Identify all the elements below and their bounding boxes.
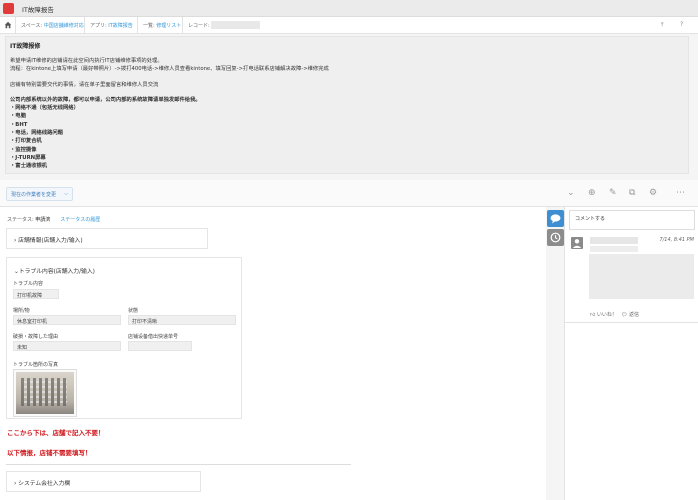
notice-line: 流程：在kintone上填写申请（最好带照片）->拨打400电话->维修人员查看… (10, 66, 329, 73)
edit-icon[interactable]: ✎ (609, 188, 617, 198)
chevron-down-icon[interactable]: ⌄ (567, 188, 575, 198)
breadcrumb-separator (84, 17, 85, 34)
trouble-content-value: 打印机故障 (13, 289, 59, 299)
store-notice-cn: 以下情报，店铺不需要填写！ (7, 449, 92, 457)
comment-author-redacted[interactable] (590, 237, 638, 244)
field-label: 店铺设备借出快递单号 (128, 334, 179, 340)
breadcrumb-space[interactable]: スペース: 中国店舗維修対応 (21, 22, 84, 29)
trouble-photo[interactable] (13, 369, 77, 417)
notice-line: ・BHT (10, 121, 28, 128)
avatar (571, 237, 583, 249)
section-title: 店舗情報(店舗入力/输入) (18, 238, 83, 244)
section-title: トラブル内容(店舗入力/输入) (18, 269, 95, 275)
notice-line: ・电话，网络线路问题 (10, 130, 63, 137)
chevron-right-icon: › (14, 238, 17, 244)
app-header: IT故障报告 (0, 0, 698, 17)
add-record-icon[interactable]: ⊕ (588, 188, 596, 198)
chevron-right-icon: › (14, 481, 17, 487)
field-label: トラブル内容 (13, 281, 44, 287)
comment-mention-redacted (590, 246, 638, 252)
duplicate-icon[interactable]: ⧉ (629, 188, 635, 198)
comment-panel: コメントする 7/14, 8:41 PM 👍︎ いいね！ 💬︎ 返信 (564, 207, 698, 500)
pin-icon[interactable]: ⫯ (661, 21, 664, 29)
store-notice-jp: ここから下は、店舗で記入不要！ (7, 429, 105, 437)
field-label: 状態 (128, 308, 139, 314)
record-toolbar: 現在の作業者を変更 ⌵ ⌄ ⊕ ✎ ⧉ ⚙ ⋯ (0, 180, 698, 207)
notice-line: ・网络不通（包括无线网络） (10, 105, 79, 112)
divider (565, 322, 698, 323)
notice-line: ・J-TURN屏幕 (10, 154, 46, 161)
status-badge: 申請済 (35, 217, 51, 223)
comment-input[interactable]: コメントする (569, 210, 695, 230)
help-icon[interactable]: ? (680, 21, 683, 28)
comment-tab[interactable] (547, 210, 564, 227)
comment-time: 7/14, 8:41 PM (659, 237, 694, 243)
location-value: 休息室打印机 (13, 315, 121, 325)
notice-line: 公司内部系统以外的故障，都可以申请，公司内部的系统故障请单独发邮件给我。 (10, 96, 201, 103)
side-tabs (546, 207, 564, 500)
section-title: システム会社入力欄 (18, 481, 71, 487)
record-form: ステータス: 申請済 ステータスの履歴 › 店舗情報(店舗入力/输入) ⌄トラブル… (0, 207, 546, 500)
change-assignee-button[interactable]: 現在の作業者を変更 ⌵ (6, 187, 73, 201)
reply-icon: 💬︎ (621, 312, 628, 318)
notice-line: ・打印复合机 (10, 138, 42, 145)
breadcrumb-separator (182, 17, 183, 34)
equipment-no-value (128, 341, 192, 351)
field-label: トラブル箇所の写真 (13, 362, 59, 368)
comment-body-redacted (589, 254, 694, 299)
app-title: IT故障报告 (22, 6, 54, 14)
chevron-down-icon: ⌵ (64, 191, 68, 197)
app-icon (3, 3, 14, 14)
notice-title: IT故障报修 (10, 43, 41, 50)
notice-line: ・电脑 (10, 113, 26, 120)
field-label: 場所/物 (13, 308, 30, 314)
notice-line: 店铺有特别需要交代的事情，请在单子里面留言和维修人员交流 (10, 81, 159, 88)
condition-value: 打印不清晰 (128, 315, 236, 325)
user-icon (572, 239, 582, 248)
breadcrumb-record: レコード: (188, 23, 210, 29)
reply-button[interactable]: 💬︎ 返信 (621, 311, 639, 318)
notice-line: 希望申请IT维修的店铺请在此空间内执行IT店铺维修事项的处理。 (10, 58, 163, 64)
history-tab[interactable] (547, 229, 564, 246)
history-icon (550, 232, 561, 243)
status-bar: ステータス: 申請済 ステータスの履歴 (7, 217, 101, 223)
notice-line: ・富士通收银机 (10, 163, 48, 170)
gear-icon[interactable]: ⚙ (649, 188, 657, 198)
like-button[interactable]: 👍︎ いいね！ (590, 311, 617, 318)
store-info-group[interactable]: › 店舗情報(店舗入力/输入) (6, 228, 208, 249)
reason-value: 未知 (13, 341, 121, 351)
more-icon[interactable]: ⋯ (676, 188, 685, 198)
divider (6, 464, 351, 465)
breadcrumb-app[interactable]: アプリ: IT故障报告 (90, 22, 133, 29)
field-label: 破損・故障した理由 (13, 334, 59, 340)
record-id-redacted (211, 21, 260, 29)
breadcrumb: スペース: 中国店舗維修対応 アプリ: IT故障报告 一覧: 修理リスト レコー… (0, 17, 698, 34)
breadcrumb-list[interactable]: 一覧: 修理リスト (143, 22, 181, 29)
app-description: IT故障报修 希望申请IT维修的店铺请在此空间内执行IT店铺维修事项的处理。 流… (5, 36, 689, 174)
home-icon[interactable] (4, 21, 12, 29)
system-input-group[interactable]: › システム会社入力欄 (6, 471, 201, 492)
notice-line: ・监控摄像 (10, 146, 37, 153)
status-history-link[interactable]: ステータスの履歴 (60, 217, 100, 223)
breadcrumb-separator (137, 17, 138, 34)
thumbs-up-icon: 👍︎ (590, 312, 596, 318)
breadcrumb-separator (15, 17, 16, 34)
speech-bubble-icon (550, 214, 561, 224)
